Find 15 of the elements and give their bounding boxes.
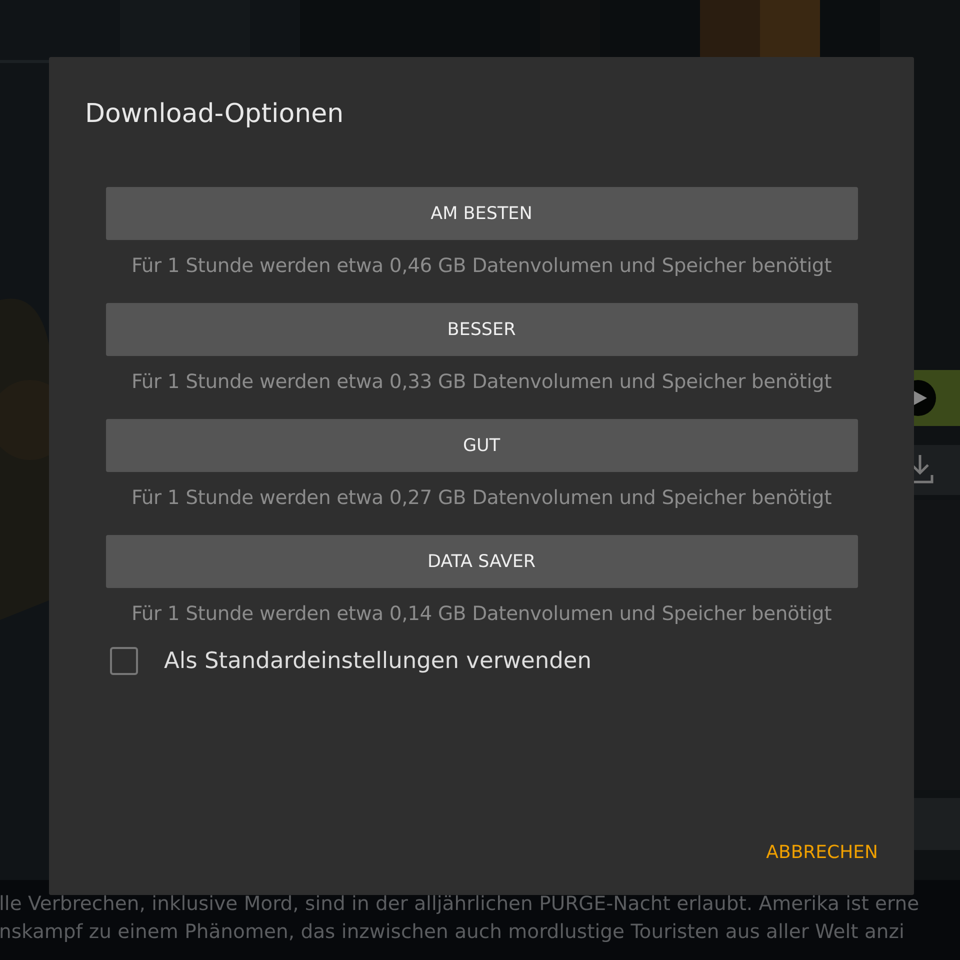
checkbox[interactable] xyxy=(110,647,138,675)
quality-button[interactable]: AM BESTEN xyxy=(106,187,858,240)
option-description: Für 1 Stunde werden etwa 0,33 GB Datenvolumen und Speicher benötigt xyxy=(131,370,832,393)
synopsis-line: nskampf zu einem Phänomen, das inzwischen auch mordlustige Touristen aus aller Welt anzi xyxy=(0,919,906,945)
option-description: Für 1 Stunde werden etwa 0,27 GB Datenvolumen und Speicher benötigt xyxy=(131,486,832,509)
quality-button[interactable]: BESSER xyxy=(106,303,858,356)
checkbox-label: Als Standardeinstellungen verwenden xyxy=(164,648,592,674)
dialog-title: Download-Optionen xyxy=(85,99,344,129)
quality-button[interactable]: DATA SAVER xyxy=(106,535,858,588)
synopsis-line: lle Verbrechen, inklusive Mord, sind in der alljährlichen PURGE-Nacht erlaubt. Amerika ist erne xyxy=(0,891,920,917)
quality-button[interactable]: GUT xyxy=(106,419,858,472)
option-description: Für 1 Stunde werden etwa 0,46 GB Datenvolumen und Speicher benötigt xyxy=(131,254,832,277)
option-description: Für 1 Stunde werden etwa 0,14 GB Datenvolumen und Speicher benötigt xyxy=(131,602,832,625)
cancel-button[interactable]: ABBRECHEN xyxy=(766,842,878,863)
panel-bar xyxy=(914,798,960,850)
